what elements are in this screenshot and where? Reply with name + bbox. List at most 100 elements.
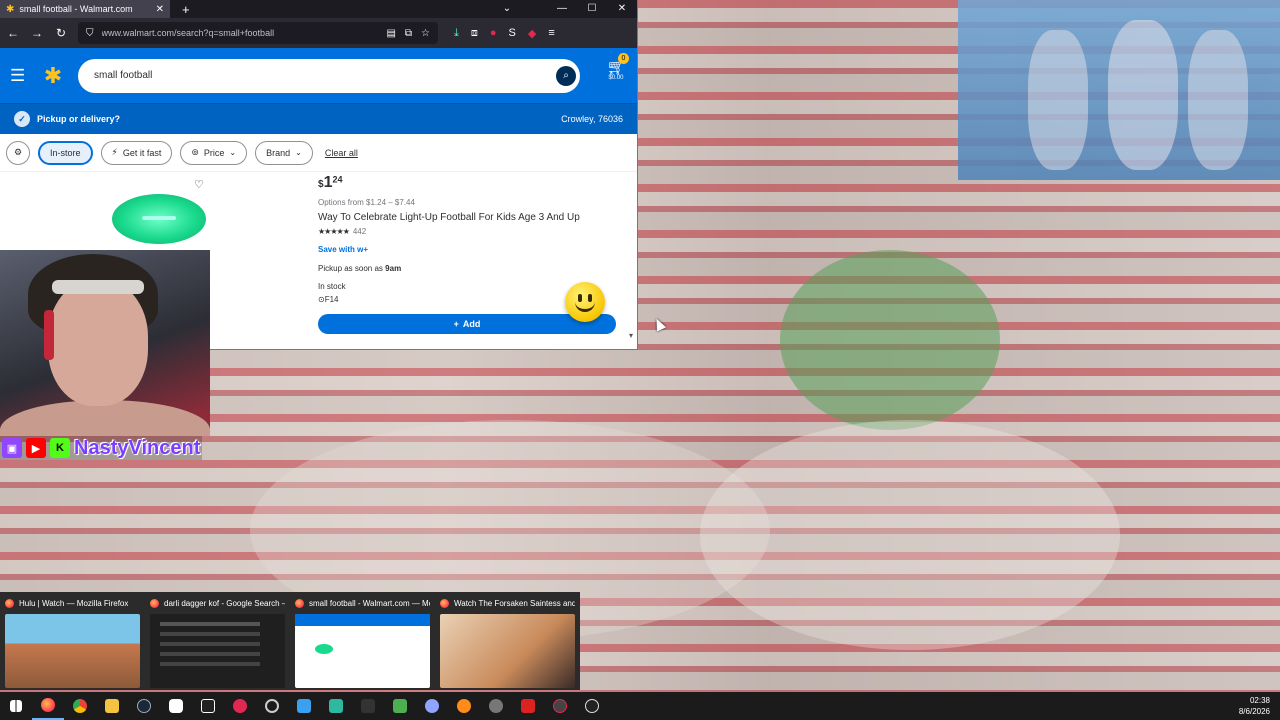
search-input[interactable]: small football ⌕ — [78, 58, 580, 93]
store-location[interactable]: Crowley, 76036 — [561, 114, 623, 124]
start-windows-icon[interactable] — [0, 692, 32, 720]
reload-icon[interactable]: ↻ — [54, 26, 68, 40]
pickup-time: Pickup as soon as 9am — [318, 264, 402, 273]
smiley-emoji-icon — [565, 282, 605, 322]
nav-bar: ← → ↻ ⛉ www.walmart.com/search?q=small+f… — [0, 18, 637, 48]
back-icon[interactable]: ← — [6, 26, 20, 40]
webcam-overlay — [0, 250, 210, 436]
extensions-icon[interactable]: ⧈ — [471, 27, 478, 40]
filter-brand[interactable]: Brand ⌄ — [255, 140, 313, 165]
close-window-button[interactable]: ✕ — [607, 0, 637, 18]
epic-games-icon[interactable] — [192, 692, 224, 720]
preview-google[interactable]: darli dagger kof - Google Search — Mozil… — [145, 592, 290, 690]
s-app-icon[interactable] — [576, 692, 608, 720]
preview-thumbnail[interactable] — [150, 614, 285, 688]
firefox-icon — [440, 598, 449, 608]
extension-badge-icon[interactable]: ● — [490, 27, 497, 40]
plus-icon: + — [453, 319, 459, 329]
price-tag-icon: ⊚ — [191, 147, 199, 157]
blank-app-icon[interactable] — [352, 692, 384, 720]
circle-app-icon[interactable] — [416, 692, 448, 720]
preview-thumbnail[interactable] — [295, 614, 430, 688]
clear-all-link[interactable]: Clear all — [325, 148, 358, 158]
screenshot-icon[interactable]: ⧉ — [405, 28, 412, 39]
kick-icon: K — [50, 438, 70, 458]
location-pin-icon: ⊙ — [318, 295, 325, 304]
extension-red-icon[interactable]: ◆ — [528, 27, 536, 40]
product-title[interactable]: Way To Celebrate Light-Up Football For K… — [318, 212, 616, 223]
chevron-down-icon: ⌄ — [295, 148, 302, 157]
favorite-heart-icon[interactable]: ♡ — [194, 178, 204, 191]
firefox-taskbar-icon[interactable] — [32, 692, 64, 720]
red-app-icon[interactable] — [512, 692, 544, 720]
save-with-walmart-plus[interactable]: Save with w+ — [318, 245, 616, 254]
url-text[interactable]: www.walmart.com/search?q=small+football — [102, 28, 379, 38]
chrome-taskbar-icon[interactable] — [64, 692, 96, 720]
streamer-name: NastyVincent — [74, 436, 201, 459]
twitch-icon: ▣ — [2, 438, 22, 458]
price-options: Options from $1.24 – $7.44 — [318, 198, 415, 207]
cart-button[interactable]: 🛒︎ 0 $0.00 — [605, 53, 629, 81]
filter-getitfast-label: Get it fast — [122, 147, 162, 158]
discord-icon[interactable] — [160, 692, 192, 720]
photos-icon[interactable] — [384, 692, 416, 720]
image-overlay — [958, 0, 1280, 180]
filter-brand-label: Brand — [266, 147, 291, 158]
tab-bar: ✱ small football - Walmart.com ✕ + ⌄ — ☐… — [0, 0, 637, 18]
downloads-icon[interactable]: ⤓ — [454, 27, 459, 40]
star-rating-icon: ★★★★★ — [318, 227, 350, 236]
clock-date: 8/6/2026 — [1238, 707, 1270, 716]
url-bar[interactable]: ⛉ www.walmart.com/search?q=small+footbal… — [78, 22, 438, 44]
scroll-down-arrow-icon[interactable]: ▾ — [629, 331, 633, 340]
preview-walmart[interactable]: small football - Walmart.com — Mozilla F… — [290, 592, 435, 690]
app-menu-icon[interactable]: ≡ — [548, 27, 554, 40]
fire-app-icon[interactable] — [448, 692, 480, 720]
filter-get-it-fast[interactable]: ⚡︎ Get it fast — [100, 140, 173, 165]
close-tab-icon[interactable]: ✕ — [156, 4, 164, 15]
shield-icon[interactable]: ⛉ — [86, 28, 94, 39]
forward-icon[interactable]: → — [30, 26, 44, 40]
search-button[interactable]: ⌕ — [556, 65, 576, 86]
walmart-spark-logo[interactable]: ✱ — [42, 63, 64, 89]
list-tabs-icon[interactable]: ⌄ — [497, 0, 517, 18]
preview-thumbnail[interactable] — [440, 614, 575, 688]
steam-icon[interactable] — [128, 692, 160, 720]
product-rating: ★★★★★ 442 — [318, 227, 616, 236]
pickup-delivery-bar[interactable]: ✓ Pickup or delivery? Crowley, 76036 — [0, 103, 637, 134]
maximize-button[interactable]: ☐ — [577, 0, 607, 18]
filter-price[interactable]: ⊚ Price ⌄ — [180, 140, 248, 165]
tab-walmart[interactable]: ✱ small football - Walmart.com ✕ — [0, 0, 170, 18]
new-tab-button[interactable]: + — [182, 2, 190, 17]
bookmark-star-icon[interactable]: ☆ — [421, 28, 430, 39]
pickup-label[interactable]: Pickup or delivery? — [37, 114, 120, 124]
filter-price-label: Price — [203, 147, 225, 158]
youtube-icon: ▶ — [26, 438, 46, 458]
filter-instore[interactable]: In-store — [38, 140, 93, 165]
hamburger-menu-icon[interactable]: ☰ — [10, 66, 28, 86]
chart-app-icon[interactable] — [320, 692, 352, 720]
reader-view-icon[interactable]: ▤ — [386, 28, 395, 39]
preview-anime[interactable]: Watch The Forsaken Saintess and Her Food… — [435, 592, 580, 690]
clock-time: 02:38 — [1249, 696, 1270, 705]
firefox-icon — [5, 598, 14, 608]
walmart-plus-icon: w+ — [357, 245, 369, 254]
lightning-icon: ⚡︎ — [111, 147, 118, 157]
obs-record-icon[interactable] — [224, 692, 256, 720]
window-controls: ⌄ — ☐ ✕ — [503, 0, 637, 18]
extension-s-icon[interactable]: S — [509, 27, 516, 40]
gear-app-icon[interactable] — [480, 692, 512, 720]
product-image[interactable] — [112, 194, 206, 244]
all-filters-button[interactable]: ⚙ — [6, 140, 30, 165]
tab-title: small football - Walmart.com — [19, 4, 133, 14]
browser-app-icon[interactable] — [544, 692, 576, 720]
preview-hulu[interactable]: Hulu | Watch — Mozilla Firefox — [0, 592, 145, 690]
obs-icon[interactable] — [256, 692, 288, 720]
file-explorer-icon[interactable] — [96, 692, 128, 720]
search-value[interactable]: small football — [94, 70, 556, 81]
minimize-button[interactable]: — — [547, 0, 577, 18]
cart-count-badge: 0 — [618, 53, 629, 64]
cart-amount: $0.00 — [608, 75, 624, 81]
vscode-icon[interactable] — [288, 692, 320, 720]
preview-thumbnail[interactable] — [5, 614, 140, 688]
system-clock[interactable]: 02:38 8/6/2026 — [1239, 695, 1270, 717]
